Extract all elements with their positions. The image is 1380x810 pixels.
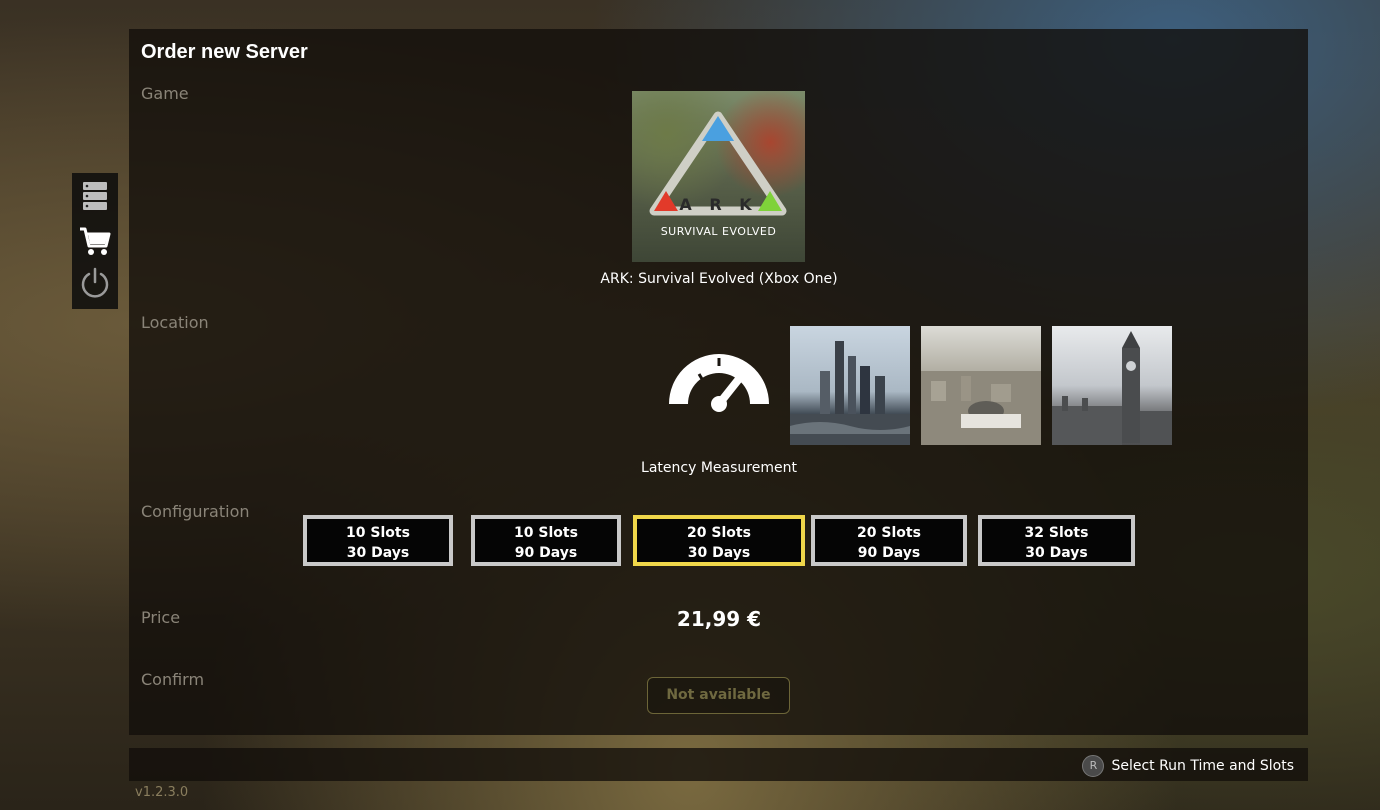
city-frankfurt-image: [790, 341, 910, 445]
section-label-game: Game: [141, 84, 189, 103]
order-panel: Order new Server Game Location Configura…: [129, 29, 1308, 735]
game-tile-ark[interactable]: A R K SURVIVAL EVOLVED: [632, 91, 805, 262]
section-label-configuration: Configuration: [141, 502, 250, 521]
game-tile-subtitle: SURVIVAL EVOLVED: [660, 225, 777, 238]
config-option-3[interactable]: 20 Slots 30 Days: [633, 515, 805, 566]
location-option-2[interactable]: [921, 326, 1041, 445]
server-icon[interactable]: [79, 179, 111, 213]
config-option-slots: 10 Slots: [514, 525, 578, 541]
price-value: 21,99 €: [676, 607, 762, 631]
city-london-image: [1052, 331, 1172, 445]
game-name: ARK: Survival Evolved (Xbox One): [600, 271, 838, 287]
latency-gauge-icon[interactable]: [664, 352, 774, 412]
section-label-location: Location: [141, 313, 209, 332]
config-option-slots: 20 Slots: [687, 525, 751, 541]
config-option-days: 30 Days: [1025, 545, 1088, 561]
location-option-1[interactable]: [790, 326, 910, 445]
controller-hint-text: Select Run Time and Slots: [1111, 758, 1294, 774]
power-icon[interactable]: [79, 266, 111, 300]
section-label-confirm: Confirm: [141, 670, 205, 689]
latency-label: Latency Measurement: [641, 460, 797, 476]
config-option-slots: 20 Slots: [857, 525, 921, 541]
config-option-2[interactable]: 10 Slots 90 Days: [471, 515, 621, 566]
config-option-slots: 10 Slots: [346, 525, 410, 541]
version-label: v1.2.3.0: [135, 785, 189, 800]
config-option-days: 90 Days: [514, 545, 578, 561]
cart-icon[interactable]: [79, 224, 111, 258]
page-title: Order new Server: [141, 41, 308, 63]
config-option-days: 30 Days: [687, 545, 751, 561]
config-option-slots: 32 Slots: [1024, 525, 1089, 541]
section-label-price: Price: [141, 608, 181, 627]
config-option-5[interactable]: 32 Slots 30 Days: [978, 515, 1135, 566]
game-tile-logo-text: A R K: [679, 195, 758, 214]
config-option-1[interactable]: 10 Slots 30 Days: [303, 515, 453, 566]
location-option-3[interactable]: [1052, 326, 1172, 445]
controller-r-button-icon: R: [1082, 755, 1105, 777]
city-skyline-image: [921, 371, 1041, 445]
confirm-button[interactable]: Not available: [647, 677, 790, 714]
sidebar: [72, 173, 118, 309]
footer-bar: R Select Run Time and Slots: [129, 748, 1308, 781]
config-option-days: 90 Days: [857, 545, 921, 561]
config-option-days: 30 Days: [346, 545, 410, 561]
controller-hint: R Select Run Time and Slots: [1082, 755, 1294, 777]
config-option-4[interactable]: 20 Slots 90 Days: [811, 515, 967, 566]
